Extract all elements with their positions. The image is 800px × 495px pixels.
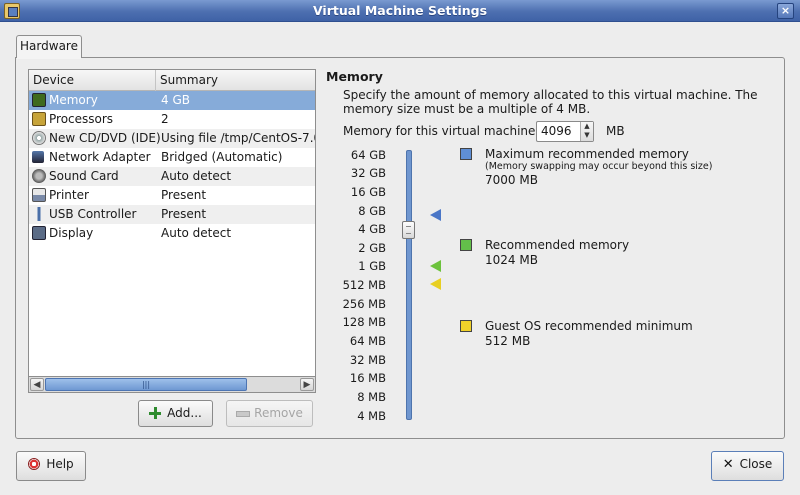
device-summary: Using file /tmp/CentOS-7.0- (161, 131, 315, 145)
max-recommended-value: 7000 MB (485, 173, 538, 187)
memory-field-label: Memory for this virtual machine: (343, 124, 540, 138)
memory-slider-handle[interactable] (402, 221, 415, 239)
sound-card-icon (32, 169, 46, 183)
device-list[interactable]: Device Summary Memory 4 GB Processors 2 … (28, 69, 316, 377)
device-summary: Present (161, 207, 207, 221)
scale-label: 16 MB (349, 371, 386, 385)
column-header-device[interactable]: Device (29, 70, 156, 91)
minimum-value: 512 MB (485, 334, 531, 348)
device-name: Printer (49, 188, 89, 202)
scale-label: 64 MB (349, 334, 386, 348)
cd-dvd-icon (32, 131, 46, 145)
scale-label: 4 MB (357, 409, 386, 423)
scale-label: 256 MB (342, 297, 386, 311)
recommended-value: 1024 MB (485, 253, 538, 267)
scale-label: 8 MB (357, 390, 386, 404)
add-button-label: Add... (167, 406, 202, 420)
device-row-usb-controller[interactable]: USB Controller Present (29, 205, 315, 224)
scrollbar-thumb[interactable] (45, 378, 247, 391)
memory-slider-track[interactable] (406, 150, 412, 420)
scale-label: 1 GB (358, 259, 386, 273)
max-recommended-legend-icon (460, 148, 472, 160)
close-icon: ✕ (722, 457, 734, 472)
plus-icon (149, 407, 162, 419)
window-title: Virtual Machine Settings (312, 3, 488, 18)
remove-button-label: Remove (254, 406, 303, 420)
help-button-label: Help (46, 457, 74, 471)
scale-label: 8 GB (358, 204, 386, 218)
device-name: Sound Card (49, 169, 119, 183)
device-row-memory[interactable]: Memory 4 GB (29, 91, 315, 110)
scale-label: 16 GB (350, 185, 386, 199)
device-summary: Auto detect (161, 169, 232, 183)
scroll-left-arrow-icon[interactable]: ◀ (30, 378, 44, 391)
device-row-network-adapter[interactable]: Network Adapter Bridged (Automatic) (29, 148, 315, 167)
scale-label: 32 MB (349, 353, 386, 367)
device-name: Processors (49, 112, 114, 126)
remove-device-button[interactable]: Remove (226, 400, 313, 427)
device-name: Network Adapter (49, 150, 151, 164)
device-row-processors[interactable]: Processors 2 (29, 110, 315, 129)
scale-label: 2 GB (358, 241, 386, 255)
recommended-legend-icon (460, 239, 472, 251)
printer-icon (32, 188, 46, 202)
max-recommended-marker-icon (430, 209, 441, 221)
device-list-hscrollbar[interactable]: ◀ ▶ (28, 377, 316, 393)
close-button-label: Close (739, 457, 773, 471)
column-header-summary[interactable]: Summary (156, 70, 315, 91)
minimum-legend-icon (460, 320, 472, 332)
device-name: Memory (49, 93, 98, 107)
recommended-title: Recommended memory (485, 238, 630, 252)
device-summary: 4 GB (161, 93, 190, 107)
tab-hardware[interactable]: Hardware (16, 35, 82, 58)
help-button[interactable]: Help (16, 451, 86, 481)
max-recommended-note: (Memory swapping may occur beyond this s… (485, 161, 713, 172)
usb-icon (32, 207, 46, 221)
memory-unit: MB (606, 124, 625, 138)
device-row-display[interactable]: Display Auto detect (29, 224, 315, 243)
window-close-button[interactable]: × (777, 3, 794, 19)
device-row-cd-dvd[interactable]: New CD/DVD (IDE) Using file /tmp/CentOS-… (29, 129, 315, 148)
scale-label: 512 MB (342, 278, 386, 292)
device-summary: Auto detect (161, 226, 232, 240)
scale-label: 4 GB (358, 222, 386, 236)
memory-icon (32, 93, 46, 107)
max-recommended-title: Maximum recommended memory (485, 147, 689, 161)
memory-description: Specify the amount of memory allocated t… (343, 88, 758, 116)
device-row-printer[interactable]: Printer Present (29, 186, 315, 205)
recommended-marker-icon (430, 260, 441, 272)
network-adapter-icon (32, 151, 44, 163)
device-summary: Present (161, 188, 207, 202)
tab-underline (17, 57, 81, 59)
scale-label: 64 GB (350, 148, 386, 162)
memory-value[interactable]: 4096 (541, 124, 572, 138)
minimum-marker-icon (430, 278, 441, 290)
list-header: Device Summary (29, 70, 315, 91)
processor-icon (32, 112, 46, 126)
title-bar: Virtual Machine Settings × (0, 0, 800, 22)
scale-label: 128 MB (342, 315, 386, 329)
display-icon (32, 226, 46, 240)
scroll-right-arrow-icon[interactable]: ▶ (300, 378, 314, 391)
device-name: Display (49, 226, 94, 240)
device-name: USB Controller (49, 207, 137, 221)
device-row-sound-card[interactable]: Sound Card Auto detect (29, 167, 315, 186)
device-name: New CD/DVD (IDE) (49, 131, 161, 145)
minus-icon (236, 407, 251, 419)
memory-section-title: Memory (326, 69, 383, 84)
close-button[interactable]: ✕ Close (711, 451, 784, 481)
minimum-title: Guest OS recommended minimum (485, 319, 693, 333)
device-summary: 2 (161, 112, 169, 126)
spin-arrows-icon[interactable]: ▲ ▼ (580, 122, 593, 141)
memory-spinbox[interactable]: 4096 ▲ ▼ (536, 121, 594, 142)
scale-label: 32 GB (350, 166, 386, 180)
add-device-button[interactable]: Add... (138, 400, 213, 427)
device-summary: Bridged (Automatic) (161, 150, 283, 164)
help-lifebuoy-icon (28, 458, 41, 470)
